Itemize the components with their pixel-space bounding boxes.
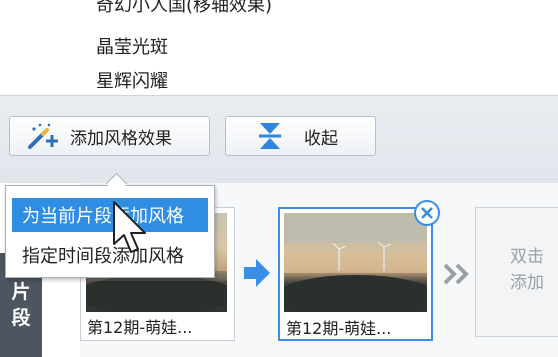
hourglass-collapse-icon (256, 121, 284, 151)
add-style-effect-label: 添加风格效果 (70, 128, 172, 149)
close-icon[interactable] (414, 200, 440, 226)
mouse-cursor-icon (111, 200, 151, 260)
style-toolbar: 添加风格效果 收起 (0, 96, 558, 183)
clip-caption: 第12期-萌娃... (286, 319, 392, 338)
side-tab-char: 段 (11, 307, 31, 329)
add-style-popup-menu: 为当前片段添加风格 指定时间段添加风格 (5, 185, 215, 278)
arrow-right-icon (243, 257, 271, 289)
effect-item[interactable]: 星辉闪耀 (96, 67, 168, 93)
add-slot-line1: 双击 (510, 247, 544, 267)
collapse-label: 收起 (304, 128, 338, 149)
effect-item[interactable]: 奇幻小人国(移轴效果) (96, 0, 272, 17)
clip-thumbnail (284, 213, 427, 312)
clip-card-selected[interactable]: 第12期-萌娃... (278, 207, 433, 341)
add-slot-line2: 添加 (510, 273, 544, 293)
magic-wand-plus-icon (26, 121, 60, 151)
clip-caption: 第12期-萌娃... (87, 318, 193, 337)
add-style-effect-button[interactable]: 添加风格效果 (9, 116, 210, 156)
effect-list: 奇幻小人国(移轴效果) 晶莹光斑 星辉闪耀 (0, 0, 558, 96)
collapse-button[interactable]: 收起 (225, 116, 376, 156)
menu-item-time-range[interactable]: 指定时间段添加风格 (12, 238, 208, 272)
double-chevron-right-icon (442, 262, 472, 286)
menu-item-current-segment[interactable]: 为当前片段添加风格 (12, 198, 208, 232)
side-tab-char: 片 (11, 281, 31, 303)
add-clip-slot[interactable]: 双击 添加 (475, 207, 558, 337)
effect-item[interactable]: 晶莹光斑 (96, 33, 168, 59)
